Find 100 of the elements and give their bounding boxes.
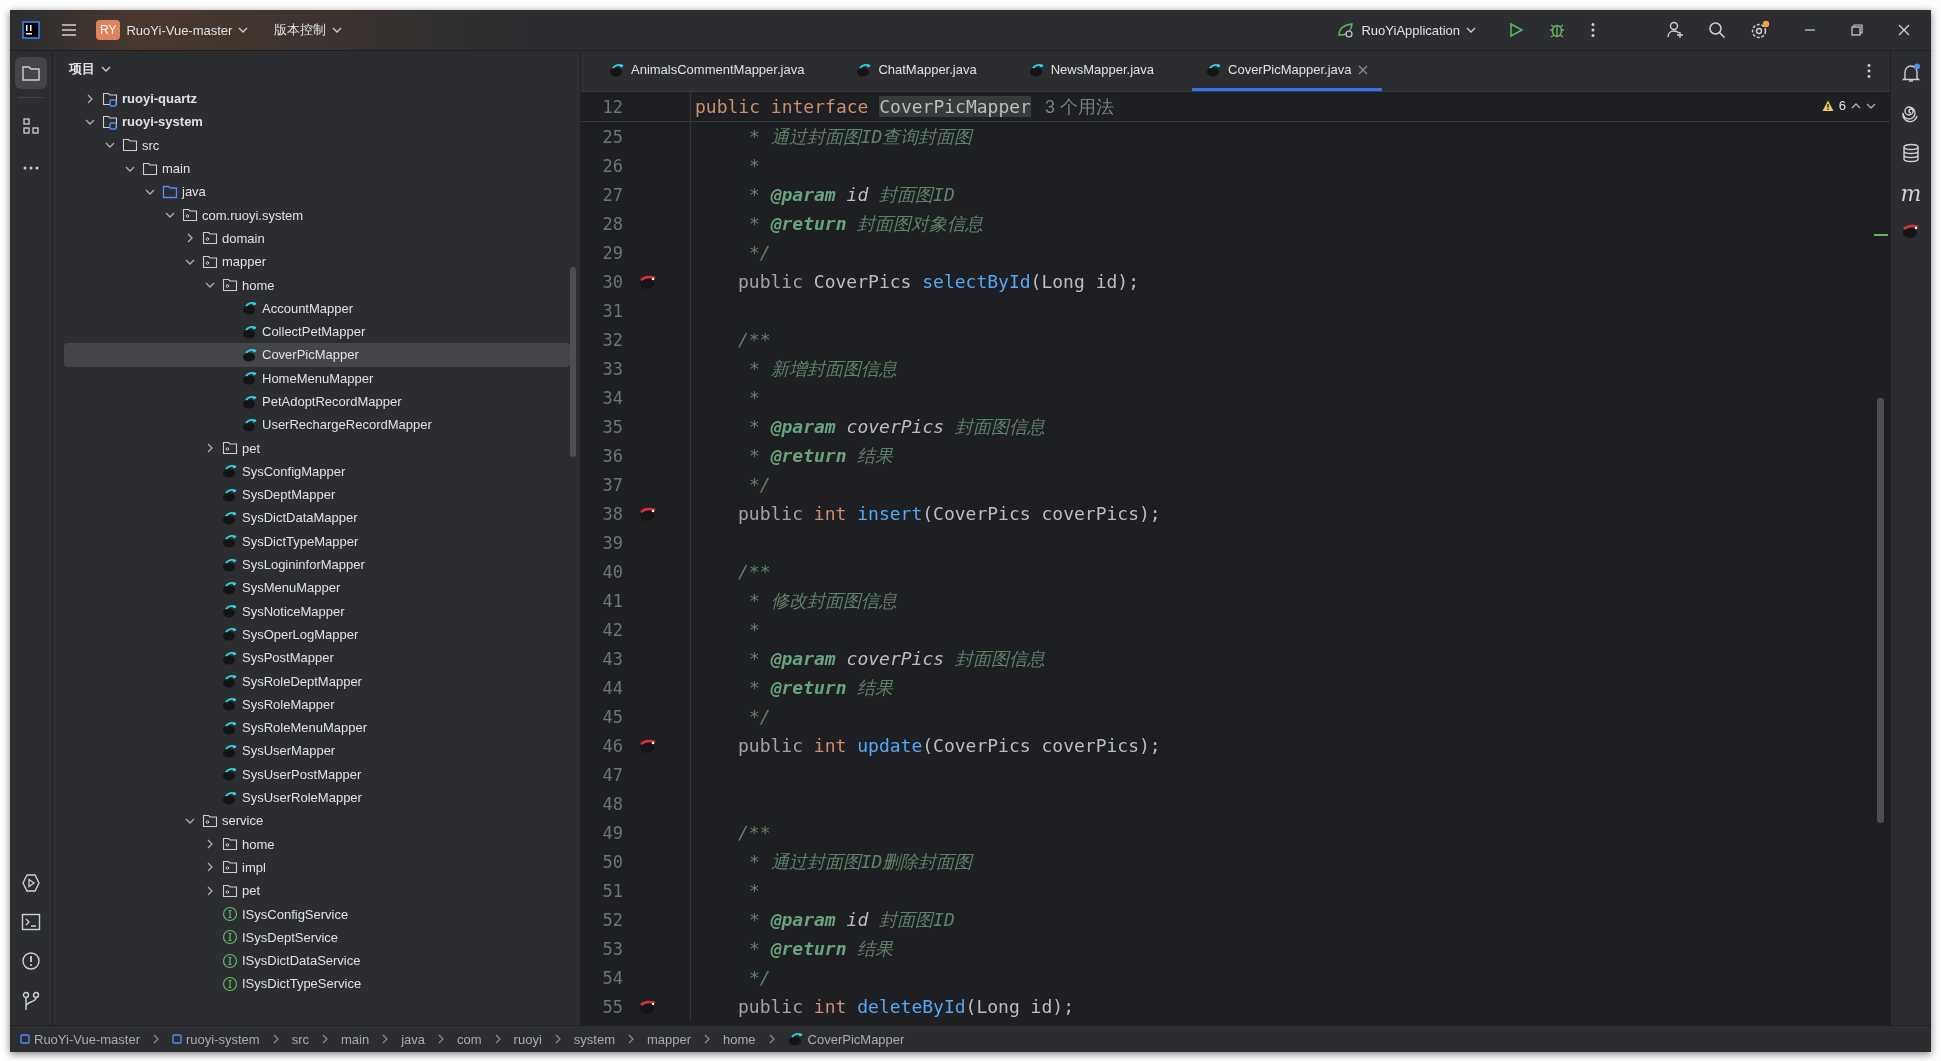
database-icon[interactable] bbox=[1902, 143, 1920, 163]
bird-icon[interactable] bbox=[639, 505, 657, 522]
notifications-icon[interactable] bbox=[1901, 63, 1921, 83]
tree-item[interactable]: SysDeptMapper bbox=[64, 483, 570, 507]
tree-item[interactable]: AccountMapper bbox=[64, 296, 570, 320]
scrollbar-thumb[interactable] bbox=[570, 267, 576, 457]
breadcrumb-item[interactable]: src bbox=[291, 1031, 309, 1047]
chevron-icon[interactable] bbox=[85, 93, 95, 104]
breadcrumb-item[interactable]: CoverPicMapper bbox=[787, 1031, 905, 1047]
tree-item[interactable]: impl bbox=[64, 855, 570, 880]
tree-item[interactable]: SysUserPostMapper bbox=[64, 762, 570, 786]
code-line: * @param id 封面图ID bbox=[749, 182, 955, 207]
tree-item[interactable]: SysConfigMapper bbox=[64, 459, 570, 484]
tree-item[interactable]: src bbox=[64, 133, 570, 157]
tree-item[interactable]: main bbox=[64, 156, 570, 181]
breadcrumb-item[interactable]: com bbox=[457, 1031, 482, 1047]
app-logo-icon[interactable] bbox=[22, 21, 40, 39]
tree-item[interactable]: SysNoticeMapper bbox=[64, 599, 570, 623]
breadcrumb-item[interactable]: ruoyi bbox=[513, 1031, 542, 1047]
breadcrumb-item[interactable]: main bbox=[341, 1031, 370, 1047]
chevron-icon[interactable] bbox=[205, 839, 215, 850]
tree-item[interactable]: CoverPicMapper bbox=[64, 343, 570, 367]
tree-item[interactable]: SysPostMapper bbox=[64, 646, 570, 670]
run-icon[interactable] bbox=[1508, 22, 1524, 38]
editor-tab[interactable]: NewsMapper.java bbox=[1014, 51, 1168, 91]
chevron-icon[interactable] bbox=[205, 280, 215, 290]
tree-item[interactable]: ISysConfigService bbox=[64, 902, 570, 926]
tree-item[interactable]: home bbox=[64, 273, 570, 297]
tree-item[interactable]: ISysDictTypeService bbox=[64, 972, 570, 996]
settings-icon[interactable] bbox=[1750, 20, 1770, 40]
line-number: 43 bbox=[601, 648, 623, 669]
breadcrumb-item[interactable]: RuoYi-Vue-master bbox=[20, 1031, 140, 1047]
scrollbar-thumb[interactable] bbox=[1877, 398, 1884, 823]
chevron-icon[interactable] bbox=[185, 233, 195, 244]
tree-item[interactable]: pet bbox=[64, 879, 570, 903]
tree-item[interactable]: SysOperLogMapper bbox=[64, 622, 570, 647]
tree-item[interactable]: UserRechargeRecordMapper bbox=[64, 413, 570, 437]
usage-hint[interactable]: 3 个用法 bbox=[1044, 94, 1114, 119]
tree-item[interactable]: ruoyi-system bbox=[64, 110, 570, 134]
tree-item[interactable]: SysRoleMenuMapper bbox=[64, 716, 570, 740]
tree-item[interactable]: SysMenuMapper bbox=[64, 576, 570, 600]
tree-item[interactable]: HomeMenuMapper bbox=[64, 366, 570, 390]
inspection-widget[interactable]: 6 bbox=[1821, 98, 1876, 113]
terminal-icon[interactable] bbox=[21, 913, 41, 931]
chevron-icon[interactable] bbox=[205, 443, 215, 454]
tree-item[interactable]: SysUserMapper bbox=[64, 739, 570, 763]
tree-item[interactable]: SysDictTypeMapper bbox=[64, 529, 570, 553]
line-number: 54 bbox=[601, 967, 623, 988]
close-icon[interactable] bbox=[1357, 64, 1368, 75]
project-view-selector[interactable]: 项目 bbox=[63, 59, 117, 79]
breadcrumb-item[interactable]: system bbox=[573, 1031, 615, 1047]
restore-icon[interactable] bbox=[1850, 23, 1864, 37]
code-line: */ bbox=[749, 967, 771, 988]
tree-item[interactable]: ISysDictDataService bbox=[64, 949, 570, 973]
project-selector[interactable]: RY RuoYi-Vue-master bbox=[88, 16, 257, 44]
add-user-icon[interactable] bbox=[1666, 21, 1684, 39]
bird-icon[interactable] bbox=[639, 737, 657, 754]
tree-item[interactable]: SysUserRoleMapper bbox=[64, 785, 570, 810]
bird-icon[interactable] bbox=[639, 998, 657, 1015]
breadcrumb-item[interactable]: mapper bbox=[646, 1031, 692, 1047]
tree-item[interactable]: CollectPetMapper bbox=[64, 319, 570, 344]
tree-item[interactable]: PetAdoptRecordMapper bbox=[64, 389, 570, 414]
tree-item[interactable]: java bbox=[64, 180, 570, 204]
chevron-down-icon[interactable] bbox=[1866, 101, 1876, 110]
more-icon[interactable] bbox=[1866, 63, 1872, 79]
tree-item[interactable]: SysLogininforMapper bbox=[64, 552, 570, 577]
menu-icon[interactable] bbox=[60, 22, 78, 38]
spiral-icon[interactable] bbox=[1901, 103, 1921, 123]
tree-item[interactable]: SysRoleMapper bbox=[64, 692, 570, 716]
tree-item[interactable]: SysDictDataMapper bbox=[64, 506, 570, 530]
maven-tool-button[interactable]: m bbox=[1900, 183, 1922, 205]
vcs-menu[interactable]: 版本控制 bbox=[266, 17, 351, 43]
bird-icon[interactable] bbox=[1902, 223, 1920, 239]
tree-item[interactable]: home bbox=[64, 832, 570, 856]
tree-item[interactable]: com.ruoyi.system bbox=[64, 203, 570, 227]
problems-icon[interactable] bbox=[21, 951, 41, 971]
tree-item[interactable]: mapper bbox=[64, 250, 570, 274]
run-tool-icon[interactable] bbox=[21, 873, 41, 893]
chevron-icon[interactable] bbox=[205, 862, 215, 873]
tree-item[interactable]: ruoyi-quartz bbox=[64, 87, 570, 111]
run-config-selector[interactable]: RuoYiApplication bbox=[1329, 18, 1484, 42]
close-icon[interactable] bbox=[1897, 23, 1911, 37]
tree-item[interactable]: ISysDeptService bbox=[64, 925, 570, 949]
editor-tab[interactable]: ChatMapper.java bbox=[842, 51, 991, 91]
tree-item[interactable]: pet bbox=[64, 436, 570, 460]
chevron-icon[interactable] bbox=[205, 885, 215, 896]
line-number: 33 bbox=[601, 358, 623, 379]
breadcrumb-item[interactable]: java bbox=[401, 1031, 426, 1047]
search-icon[interactable] bbox=[1708, 21, 1726, 39]
chevron-up-icon[interactable] bbox=[1851, 101, 1861, 110]
branch-icon[interactable] bbox=[22, 991, 40, 1011]
breadcrumb-item[interactable]: ruoyi-system bbox=[171, 1031, 260, 1047]
tree-item[interactable]: domain bbox=[64, 226, 570, 251]
bird-icon[interactable] bbox=[639, 273, 657, 290]
project-tool-button[interactable] bbox=[15, 57, 47, 89]
more-icon[interactable] bbox=[1590, 22, 1596, 38]
tree-item[interactable]: SysRoleDeptMapper bbox=[64, 669, 570, 693]
editor-tab[interactable]: AnimalsCommentMapper.java bbox=[595, 51, 819, 91]
breadcrumb-item[interactable]: home bbox=[723, 1031, 756, 1047]
tree-item[interactable]: service bbox=[64, 809, 570, 833]
